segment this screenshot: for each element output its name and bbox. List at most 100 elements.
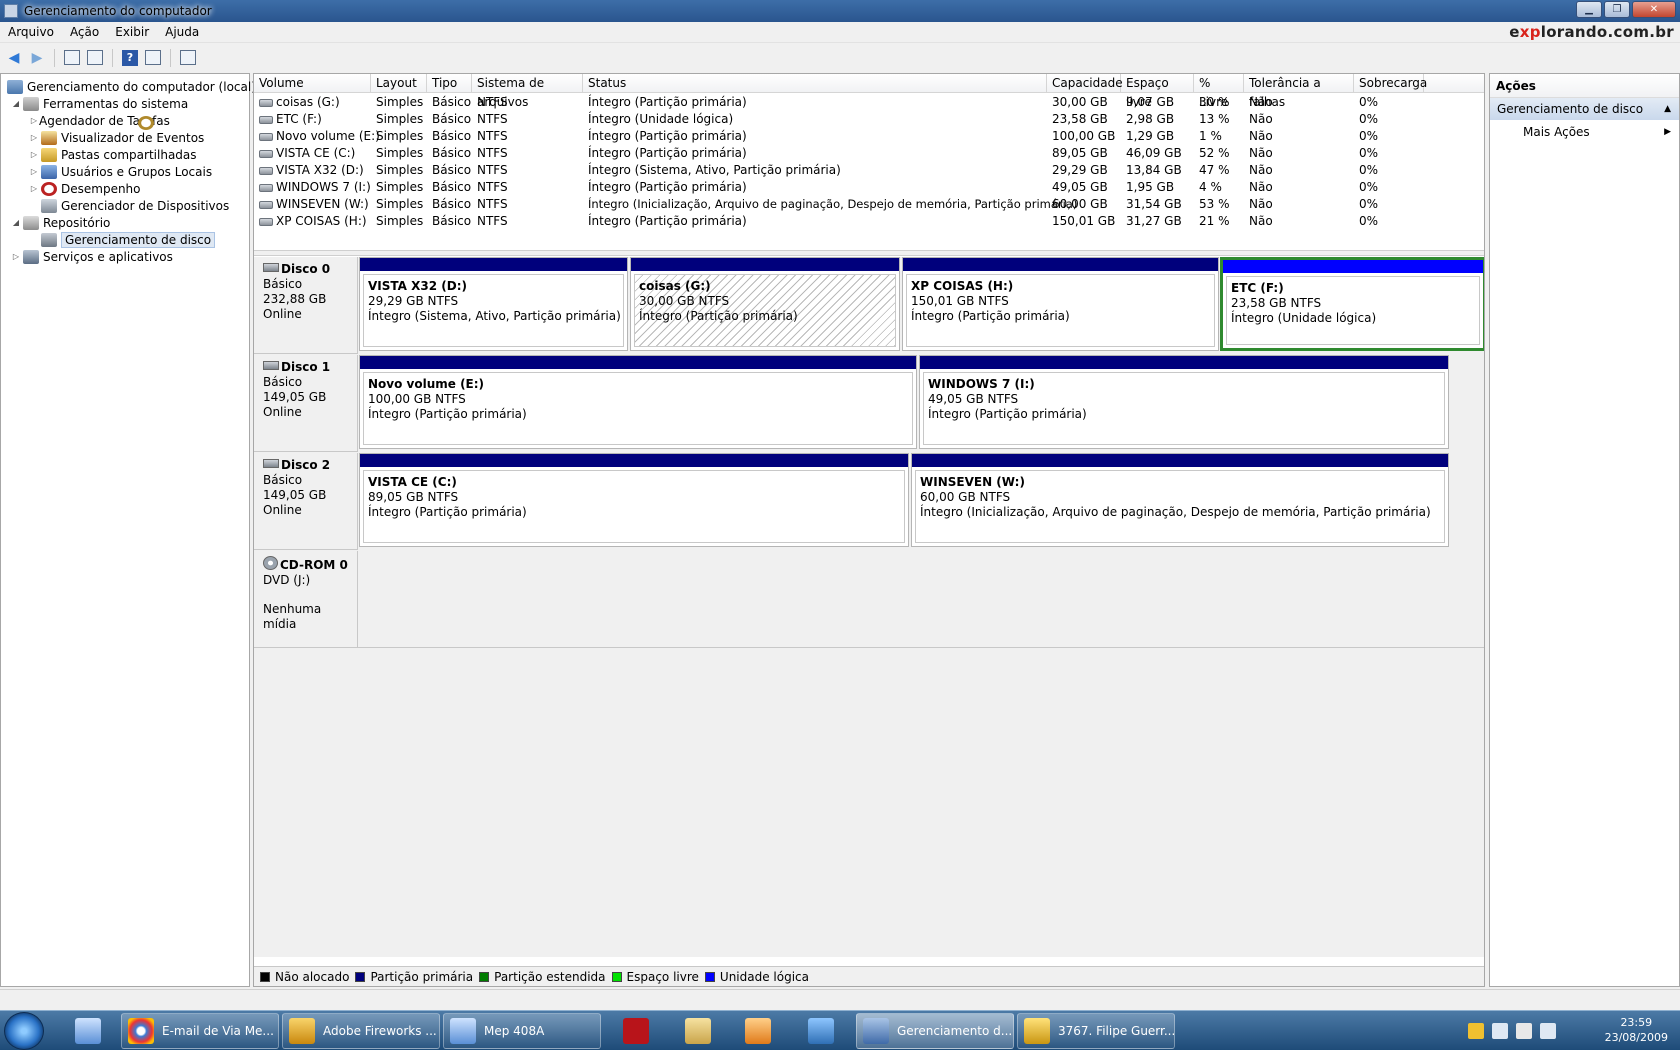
pane-splitter[interactable] bbox=[254, 250, 1484, 256]
up-folder-button[interactable] bbox=[62, 48, 82, 68]
table-cell: Simples bbox=[376, 180, 424, 194]
tree-item-storage[interactable]: ◢ Repositório bbox=[11, 214, 110, 231]
partition-status: Íntegro (Unidade lógica) bbox=[1231, 311, 1377, 325]
partition-xp-coisas[interactable]: XP COISAS (H:) 150,01 GB NTFS Íntegro (P… bbox=[902, 257, 1219, 351]
filezilla-quicklaunch[interactable] bbox=[612, 1014, 660, 1048]
forward-button[interactable]: ▶ bbox=[27, 48, 47, 68]
expand-icon[interactable]: ▷ bbox=[29, 167, 39, 176]
tree-item-local-users[interactable]: ▷ Usuários e Grupos Locais bbox=[29, 163, 212, 180]
menu-acao[interactable]: Ação bbox=[62, 25, 107, 39]
column-header[interactable]: Volume bbox=[254, 74, 371, 93]
filezilla-icon bbox=[623, 1018, 649, 1044]
partition-vista-x32[interactable]: VISTA X32 (D:) 29,29 GB NTFS Íntegro (Si… bbox=[359, 257, 628, 351]
column-header[interactable]: Status bbox=[583, 74, 1047, 93]
column-header[interactable]: % Livre bbox=[1194, 74, 1244, 109]
clock[interactable]: 23:59 23/08/2009 bbox=[1605, 1015, 1668, 1045]
table-cell: 9,07 GB bbox=[1126, 95, 1175, 109]
column-header[interactable]: Espaço livre bbox=[1121, 74, 1194, 109]
close-button[interactable]: ✕ bbox=[1632, 1, 1676, 18]
column-header[interactable]: Tipo bbox=[427, 74, 472, 93]
table-row[interactable]: XP COISAS (H:) Simples Básico NTFS Ínteg… bbox=[254, 213, 1484, 230]
tree-item-system-tools[interactable]: ◢ Ferramentas do sistema bbox=[11, 95, 188, 112]
tree-item-services[interactable]: ▷ Serviços e aplicativos bbox=[11, 248, 173, 265]
partition-winseven[interactable]: WINSEVEN (W:) 60,00 GB NTFS Íntegro (Ini… bbox=[911, 453, 1449, 547]
partition-windows-7[interactable]: WINDOWS 7 (I:) 49,05 GB NTFS Íntegro (Pa… bbox=[919, 355, 1449, 449]
column-header[interactable]: Layout bbox=[371, 74, 427, 93]
partition-novo-volume[interactable]: Novo volume (E:) 100,00 GB NTFS Íntegro … bbox=[359, 355, 917, 449]
brand-part: lorando.com.br bbox=[1540, 23, 1674, 41]
tree-item-root[interactable]: Gerenciamento do computador (local) bbox=[5, 78, 256, 95]
network-icon[interactable] bbox=[1492, 1023, 1508, 1039]
tree-item-device-manager[interactable]: Gerenciador de Dispositivos bbox=[39, 197, 229, 214]
tree-item-performance[interactable]: ▷ Desempenho bbox=[29, 180, 141, 197]
start-button[interactable] bbox=[4, 1012, 44, 1050]
show-tree-button[interactable] bbox=[85, 48, 105, 68]
brand-part: e bbox=[1509, 23, 1520, 41]
collapse-icon[interactable]: ◢ bbox=[11, 218, 21, 227]
back-button[interactable]: ◀ bbox=[4, 48, 24, 68]
disk-label[interactable]: Disco 0 Básico 232,88 GB Online bbox=[254, 257, 358, 354]
action-center-flag-icon[interactable] bbox=[1516, 1023, 1532, 1039]
folder-icon bbox=[685, 1018, 711, 1044]
volume-icon[interactable] bbox=[1540, 1023, 1556, 1039]
properties-button[interactable] bbox=[178, 48, 198, 68]
disk-label[interactable]: Disco 2 Básico 149,05 GB Online bbox=[254, 453, 358, 550]
show-actions-button[interactable] bbox=[143, 48, 163, 68]
tree-item-event-viewer[interactable]: ▷ Visualizador de Eventos bbox=[29, 129, 204, 146]
column-header[interactable]: Sobrecarga bbox=[1354, 74, 1427, 93]
table-row[interactable]: WINSEVEN (W:) Simples Básico NTFS Íntegr… bbox=[254, 196, 1484, 213]
tray-lightning-icon[interactable] bbox=[1468, 1023, 1484, 1039]
shared-folder-icon bbox=[41, 147, 57, 162]
actions-section-disk-management[interactable]: Gerenciamento de disco ▲ bbox=[1490, 98, 1679, 120]
more-actions-item[interactable]: Mais Ações ▶ bbox=[1490, 120, 1679, 144]
column-header[interactable]: Tolerância a falhas bbox=[1244, 74, 1354, 109]
tree-item-task-scheduler[interactable]: ▷ Agendador de Tarefas bbox=[29, 112, 170, 130]
partition-bar bbox=[360, 454, 908, 467]
minimize-button[interactable]: ▁ bbox=[1576, 1, 1602, 18]
expand-icon[interactable]: ▷ bbox=[29, 116, 39, 125]
windows-quicklaunch[interactable] bbox=[797, 1014, 845, 1048]
taskbar-button-computer-management[interactable]: Gerenciamento d... bbox=[856, 1013, 1014, 1049]
menu-exibir[interactable]: Exibir bbox=[107, 25, 157, 39]
media-quicklaunch[interactable] bbox=[734, 1014, 782, 1048]
table-cell: Não bbox=[1249, 146, 1273, 160]
tree-label: Visualizador de Eventos bbox=[61, 130, 205, 145]
explorer-quicklaunch[interactable] bbox=[674, 1014, 722, 1048]
taskbar-button-mep[interactable]: Mep 408A bbox=[443, 1013, 601, 1049]
expand-icon[interactable]: ▷ bbox=[11, 252, 21, 261]
column-header[interactable]: Capacidade bbox=[1047, 74, 1123, 93]
disk-label[interactable]: Disco 1 Básico 149,05 GB Online bbox=[254, 355, 358, 452]
menu-ajuda[interactable]: Ajuda bbox=[157, 25, 207, 39]
help-button[interactable]: ? bbox=[120, 48, 140, 68]
clock-date: 23/08/2009 bbox=[1604, 1031, 1668, 1044]
taskbar-button-email[interactable]: E-mail de Via Me... bbox=[121, 1013, 279, 1049]
expand-icon[interactable]: ▷ bbox=[29, 133, 39, 142]
table-row[interactable]: WINDOWS 7 (I:) Simples Básico NTFS Ínteg… bbox=[254, 179, 1484, 196]
partition-coisas[interactable]: coisas (G:) 30,00 GB NTFS Íntegro (Parti… bbox=[630, 257, 900, 351]
table-row[interactable]: coisas (G:) Simples Básico NTFS Íntegro … bbox=[254, 94, 1484, 111]
collapse-up-icon[interactable]: ▲ bbox=[1664, 98, 1671, 120]
menu-arquivo[interactable]: Arquivo bbox=[0, 25, 62, 39]
column-header[interactable]: Sistema de arquivos bbox=[472, 74, 583, 109]
tree-item-shared-folders[interactable]: ▷ Pastas compartilhadas bbox=[29, 146, 197, 163]
maximize-button[interactable]: ❐ bbox=[1604, 1, 1630, 18]
tree-item-disk-management[interactable]: Gerenciamento de disco bbox=[39, 231, 216, 248]
expand-icon[interactable]: ▷ bbox=[29, 184, 39, 193]
partition-status: Íntegro (Partição primária) bbox=[928, 407, 1087, 421]
table-row[interactable]: Novo volume (E:) Simples Básico NTFS Ínt… bbox=[254, 128, 1484, 145]
taskbar-button-filipe[interactable]: 3767. Filipe Guerr... bbox=[1017, 1013, 1175, 1049]
taskbar-button-fireworks[interactable]: Adobe Fireworks ... bbox=[282, 1013, 440, 1049]
table-row[interactable]: VISTA CE (C:) Simples Básico NTFS Íntegr… bbox=[254, 145, 1484, 162]
table-row[interactable]: ETC (F:) Simples Básico NTFS Íntegro (Un… bbox=[254, 111, 1484, 128]
table-cell: NTFS bbox=[477, 180, 508, 194]
collapse-icon[interactable]: ◢ bbox=[11, 99, 21, 108]
windows-flag-icon bbox=[808, 1018, 834, 1044]
table-row[interactable]: VISTA X32 (D:) Simples Básico NTFS Ínteg… bbox=[254, 162, 1484, 179]
table-cell: Não bbox=[1249, 163, 1273, 177]
notepad-quicklaunch[interactable] bbox=[64, 1014, 112, 1048]
disk-label[interactable]: CD-ROM 0 DVD (J:) Nenhuma mídia bbox=[254, 551, 358, 648]
volume-name: XP COISAS (H:) bbox=[276, 214, 367, 228]
expand-icon[interactable]: ▷ bbox=[29, 150, 39, 159]
partition-etc[interactable]: ETC (F:) 23,58 GB NTFS Íntegro (Unidade … bbox=[1220, 257, 1484, 351]
partition-vista-ce[interactable]: VISTA CE (C:) 89,05 GB NTFS Íntegro (Par… bbox=[359, 453, 909, 547]
